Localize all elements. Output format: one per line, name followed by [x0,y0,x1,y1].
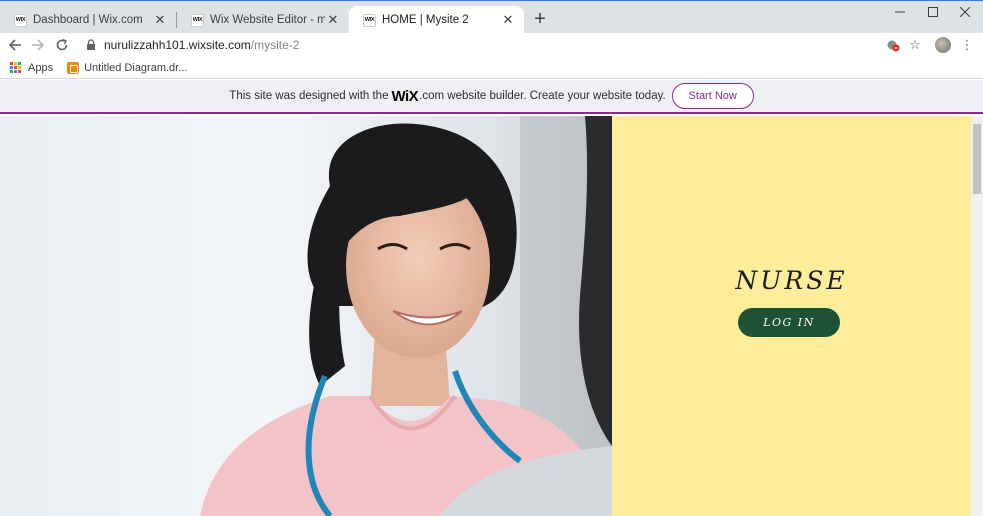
banner-text: .com website builder. Create your websit… [419,90,666,102]
tab-title: HOME | Mysite 2 [382,14,469,26]
hero-image [0,116,612,516]
lock-icon [86,39,96,51]
scrollbar-thumb[interactable] [973,124,981,194]
login-button[interactable]: LOG IN [738,308,840,337]
menu-kebab-icon[interactable]: ⋮ [959,37,975,53]
tab-dashboard[interactable]: WIX Dashboard | Wix.com ✕ [0,6,176,34]
tab-strip: WIX Dashboard | Wix.com ✕ WIX Wix Websit… [0,0,983,34]
back-arrow-icon[interactable] [5,35,25,55]
bookmark-apps[interactable]: Apps [10,61,54,74]
nurse-photo [0,116,612,516]
window-close-icon[interactable] [947,3,983,21]
browser-toolbar: nurulizzahh101.wixsite.com/mysite-2 ☆ ⋮ [0,33,983,57]
extension-blocked-icon[interactable] [885,37,901,53]
wix-favicon-icon: WIX [14,13,27,27]
close-tab-icon[interactable]: ✕ [152,12,168,28]
close-tab-icon[interactable]: ✕ [325,12,341,28]
wix-favicon-icon: WIX [191,13,204,27]
wix-favicon-icon: WIX [363,13,376,27]
apps-grid-icon [10,61,22,74]
page-scrollbar[interactable] [971,116,983,516]
reload-icon[interactable] [52,35,72,55]
wix-promo-banner: This site was designed with the WiX .com… [0,80,983,114]
minimize-icon[interactable] [882,3,918,21]
url-path: /mysite-2 [250,38,300,52]
bookmarks-bar: Apps Untitled Diagram.dr... [0,57,983,79]
url-host: nurulizzahh101.wixsite.com [104,38,251,52]
profile-avatar-icon[interactable] [935,37,951,53]
bookmark-label: Apps [28,61,54,74]
drawio-icon [67,61,80,74]
bookmark-label: Untitled Diagram.dr... [84,61,188,74]
maximize-icon[interactable] [915,3,951,21]
close-tab-icon[interactable]: ✕ [500,12,516,28]
bookmark-untitled-diagram[interactable]: Untitled Diagram.dr... [67,61,188,74]
tab-title: Dashboard | Wix.com [33,14,143,26]
wix-logo: WiX [391,87,419,105]
new-tab-button[interactable]: + [530,9,550,30]
tab-home-active[interactable]: WIX HOME | Mysite 2 ✕ [349,6,524,34]
tab-website-editor[interactable]: WIX Wix Website Editor - mysite-2 ✕ [177,6,349,34]
start-now-button[interactable]: Start Now [671,83,754,109]
address-bar[interactable]: nurulizzahh101.wixsite.com/mysite-2 [78,34,878,56]
forward-arrow-icon[interactable] [28,35,48,55]
site-title: NURSE [735,266,848,295]
bookmark-star-icon[interactable]: ☆ [907,37,923,53]
tab-title: Wix Website Editor - mysite-2 [210,14,325,26]
banner-text: This site was designed with the [229,90,389,102]
brand-panel: NURSE LOG IN [612,116,971,516]
